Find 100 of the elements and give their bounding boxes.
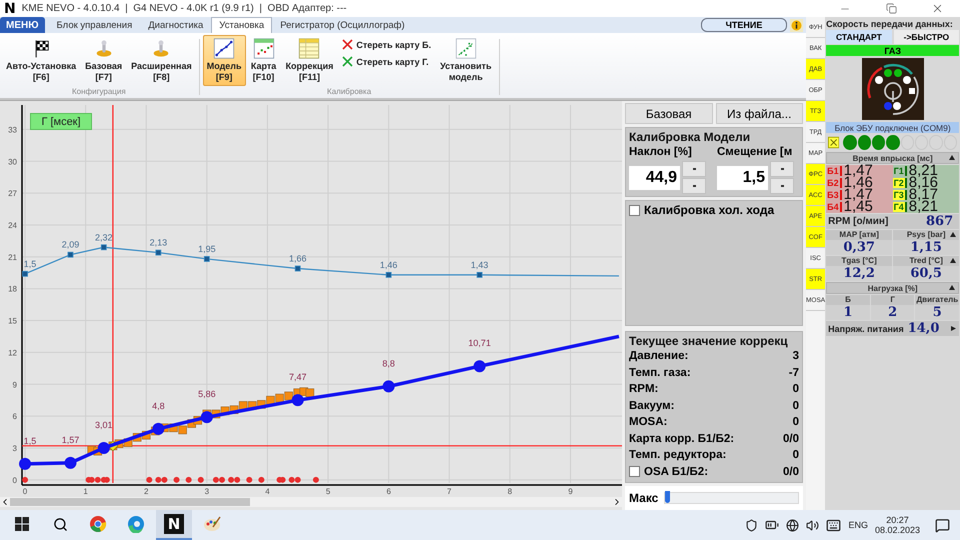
number-field[interactable]: 44,9 xyxy=(629,166,680,190)
search-icon xyxy=(52,516,68,532)
taskbar-app[interactable]: N xyxy=(156,510,192,540)
axis-label: 15 xyxy=(8,316,17,326)
axis-label: 0 xyxy=(12,476,17,485)
shield-icon[interactable] xyxy=(745,518,758,532)
panel-title: Скорость передачи данных: xyxy=(826,19,954,29)
battery-icon[interactable] xyxy=(765,518,780,532)
collapse-icon[interactable] xyxy=(949,285,956,290)
dash-icon xyxy=(780,168,784,170)
axis-label: 0 xyxy=(22,487,28,496)
axis-label: 24 xyxy=(8,220,17,230)
scrollbar-thumb[interactable] xyxy=(10,498,250,506)
data-point xyxy=(382,380,395,392)
row-label: RPM: xyxy=(629,383,658,396)
dash-icon xyxy=(780,185,784,187)
checkbox[interactable] xyxy=(629,466,640,478)
axis-label: 21 xyxy=(8,252,17,262)
ribbon-button[interactable]: Расширенная [F8] xyxy=(127,35,196,86)
data-label: 1,46 xyxy=(380,260,398,270)
ribbon-button[interactable]: Базовая [F7] xyxy=(81,35,126,86)
gauge-drawing xyxy=(862,58,924,120)
speed-option[interactable]: СТАНДАРТ xyxy=(826,30,892,44)
collapse-icon[interactable] xyxy=(951,326,958,331)
data-point xyxy=(200,411,213,424)
collapse-icon[interactable] xyxy=(949,155,956,160)
dash-icon xyxy=(692,168,696,170)
axis-label: 3 xyxy=(12,444,17,453)
language-indicator[interactable]: ENG xyxy=(848,520,868,530)
ribbon-button[interactable]: Карта [F10] xyxy=(246,35,281,86)
ribbon-button[interactable]: Модель [F9] xyxy=(202,35,246,86)
dash-icon xyxy=(692,185,696,187)
erase-map-button[interactable]: Стереть карту Г. xyxy=(342,56,432,68)
event-dot xyxy=(22,476,28,483)
sensor-value: 12,2 xyxy=(843,266,875,281)
tab[interactable]: Диагностика xyxy=(140,17,212,34)
app-logo: N xyxy=(4,2,16,16)
load-button[interactable]: Из файла... xyxy=(716,103,803,124)
sensor-title: Psys [bar] xyxy=(893,230,960,240)
event-dot xyxy=(258,476,264,483)
sample-marker xyxy=(266,396,275,404)
read-button[interactable]: ЧТЕНИЕ xyxy=(701,18,787,32)
info-icon[interactable] xyxy=(790,18,803,32)
axis-label: 7 xyxy=(447,487,452,496)
data-label: 3,01 xyxy=(95,420,113,430)
clock-time[interactable]: 20:27 xyxy=(886,515,909,525)
tab[interactable]: Регистратор (Осциллограф) xyxy=(272,17,413,34)
palette-icon xyxy=(203,515,221,533)
slider-track[interactable] xyxy=(664,492,799,504)
data-point xyxy=(19,458,32,470)
data-label: 1,43 xyxy=(470,260,488,270)
sensor-value: 0,37 xyxy=(843,240,875,255)
axis-label: 8 xyxy=(508,487,512,496)
row-label: Темп. редуктора: xyxy=(629,449,726,462)
sample-marker xyxy=(275,394,284,402)
axis-label: 3 xyxy=(204,487,210,496)
speaker-icon[interactable] xyxy=(806,518,820,532)
sensor-value: 1,15 xyxy=(910,240,942,255)
restore-icon xyxy=(886,3,896,14)
data-point xyxy=(386,272,392,278)
load-value: 5 xyxy=(932,305,942,320)
injection-value: 8,21 xyxy=(908,165,938,177)
data-point xyxy=(294,266,301,272)
network-icon[interactable] xyxy=(786,518,800,532)
speed-option[interactable]: ->БЫСТРО xyxy=(894,30,960,44)
row-value: 0 xyxy=(792,416,799,428)
row-value: -7 xyxy=(788,366,799,379)
sample-marker xyxy=(306,388,314,398)
sensor-value: 60,5 xyxy=(910,266,942,281)
notification-icon[interactable] xyxy=(935,518,950,532)
axis-label: 27 xyxy=(8,189,17,198)
section-title: Время впрыска [мс] xyxy=(852,154,933,162)
connection-status: Блок ЭБУ подключен (COM9) xyxy=(826,122,960,133)
data-label: 2,13 xyxy=(150,238,168,248)
menu-button[interactable]: МЕНЮ xyxy=(0,17,45,34)
ribbon-button[interactable]: Авто-Установка [F6] xyxy=(2,35,80,86)
axis-label: 6 xyxy=(12,412,17,422)
data-label: 1,5 xyxy=(24,436,36,446)
data-point xyxy=(22,270,28,277)
rpm-label: RPM [о/мин] xyxy=(828,216,888,227)
tab[interactable]: Установка xyxy=(211,17,272,34)
erase-map-button[interactable]: Стереть карту Б. xyxy=(342,39,432,50)
tab[interactable]: Блок управления xyxy=(48,17,140,34)
collapse-icon[interactable] xyxy=(950,232,956,237)
collapse-icon[interactable] xyxy=(950,258,956,263)
number-field[interactable]: 1,5 xyxy=(717,166,768,190)
clock-date[interactable]: 08.02.2023 xyxy=(874,525,920,535)
checkbox[interactable] xyxy=(629,204,640,216)
slider-label: Макс xyxy=(629,491,658,505)
ribbon-button[interactable]: Установить модель xyxy=(436,35,496,86)
event-dot xyxy=(198,476,204,483)
bank-label: Б4 xyxy=(826,202,842,212)
row-value: 3 xyxy=(792,350,799,362)
load-value: 2 xyxy=(888,305,898,320)
ribbon-button[interactable]: Коррекция [F11] xyxy=(282,35,338,86)
slider-thumb[interactable] xyxy=(665,491,670,503)
keyboard-icon[interactable] xyxy=(826,518,842,532)
axis-label: 33 xyxy=(8,125,17,134)
load-button[interactable]: Базовая xyxy=(625,103,712,124)
checkbox-label: Калибровка хол. хода xyxy=(644,203,774,217)
